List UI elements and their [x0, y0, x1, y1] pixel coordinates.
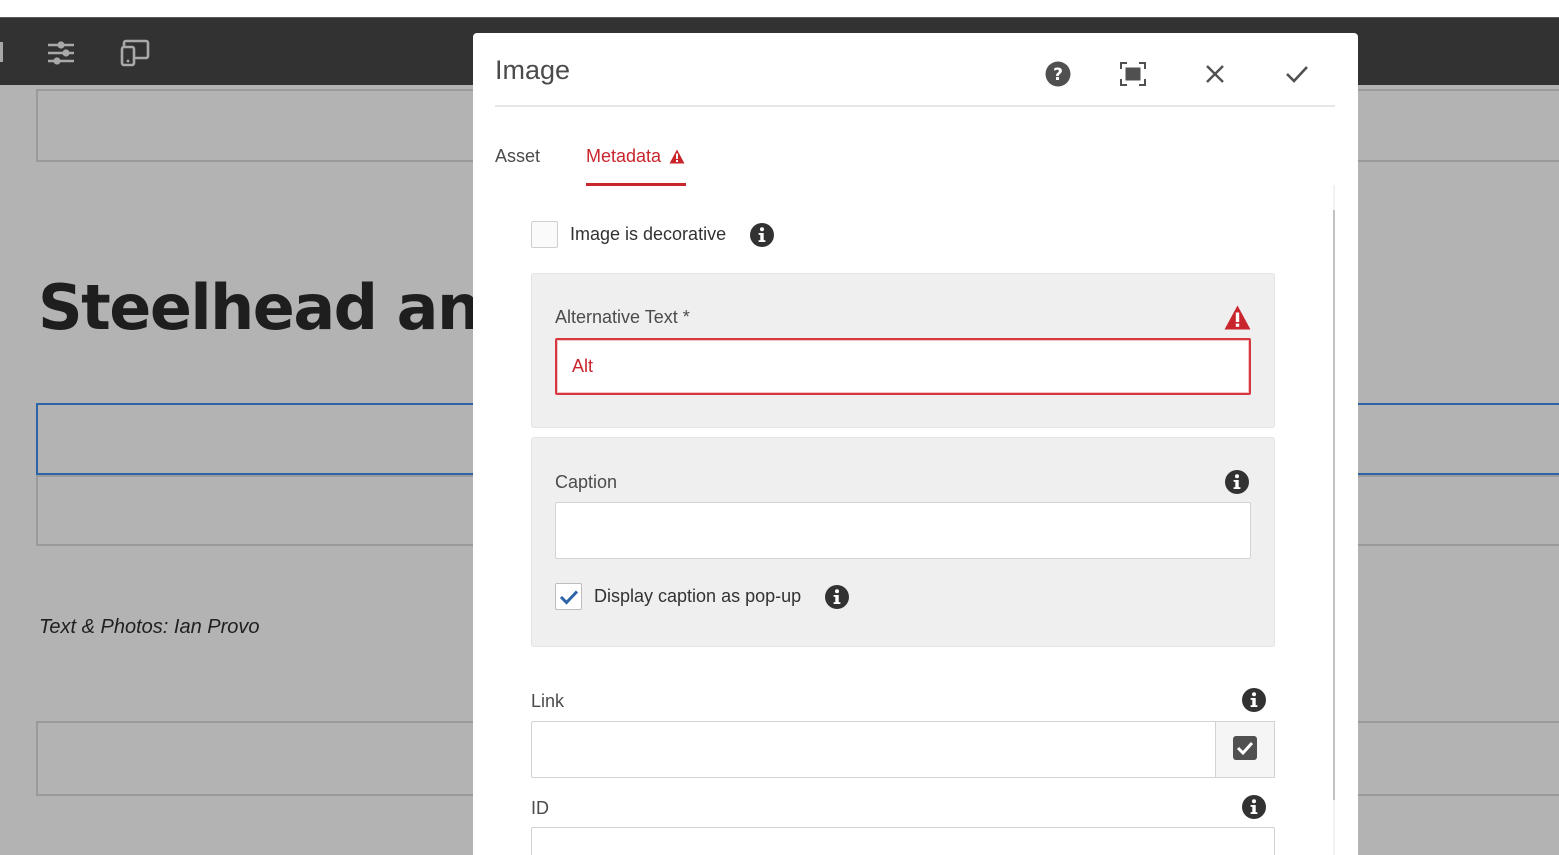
alt-text-label: Alternative Text * — [555, 307, 690, 327]
image-dialog: Image ? Asset Metadata Image is decorati… — [473, 33, 1358, 855]
done-button[interactable] — [1281, 60, 1313, 92]
info-icon[interactable] — [825, 584, 850, 609]
dialog-scroll-area[interactable]: Image is decorative Alternative Text * C… — [495, 185, 1335, 855]
browser-top-strip — [0, 0, 1559, 17]
close-button[interactable] — [1199, 60, 1231, 92]
page-heading: Steelhead an — [38, 271, 481, 344]
tab-asset[interactable]: Asset — [495, 146, 540, 186]
decorative-label: Image is decorative — [570, 224, 727, 244]
id-label: ID — [531, 798, 549, 818]
page-credit-text: Text & Photos: Ian Provo — [39, 616, 260, 638]
sliders-icon[interactable] — [46, 39, 76, 67]
tab-metadata-label: Metadata — [586, 146, 662, 166]
checkbox-picker-icon — [1232, 735, 1258, 765]
link-picker-button[interactable] — [1215, 721, 1275, 778]
alt-text-panel: Alternative Text * — [531, 273, 1275, 428]
info-icon[interactable] — [1242, 688, 1266, 712]
dialog-scrollbar[interactable] — [1333, 185, 1335, 855]
fullscreen-icon — [1120, 62, 1146, 90]
toolbar-edge-divider — [0, 42, 3, 62]
caption-popup-row: Display caption as pop-up — [555, 583, 850, 610]
caption-popup-checkbox[interactable] — [555, 583, 582, 610]
decorative-row: Image is decorative — [531, 221, 775, 248]
fullscreen-button[interactable] — [1117, 60, 1149, 92]
tab-asset-label: Asset — [495, 146, 541, 166]
done-checkmark-icon — [1285, 64, 1309, 88]
link-label: Link — [531, 691, 565, 711]
tab-metadata[interactable]: Metadata — [586, 146, 686, 186]
help-icon: ? — [1045, 61, 1071, 91]
id-input[interactable] — [531, 827, 1275, 855]
info-icon[interactable] — [1225, 470, 1249, 494]
dialog-title: Image — [495, 55, 571, 85]
info-icon[interactable] — [1242, 795, 1266, 819]
link-input[interactable] — [531, 721, 1217, 778]
error-icon — [1224, 305, 1251, 334]
scrollbar-thumb[interactable] — [1333, 210, 1335, 800]
svg-text:?: ? — [1053, 65, 1063, 85]
info-icon[interactable] — [750, 222, 775, 247]
device-preview-icon[interactable] — [120, 39, 150, 67]
help-button[interactable]: ? — [1042, 60, 1074, 92]
close-icon — [1205, 64, 1225, 88]
caption-label: Caption — [555, 472, 618, 492]
decorative-checkbox[interactable] — [531, 221, 558, 248]
alert-icon — [669, 148, 685, 169]
caption-popup-label: Display caption as pop-up — [594, 586, 802, 606]
checkmark-icon — [559, 589, 578, 605]
alt-text-input[interactable] — [555, 338, 1251, 395]
caption-input[interactable] — [555, 502, 1251, 559]
dialog-header-divider — [495, 105, 1335, 107]
caption-panel: Caption Display caption as pop-up — [531, 437, 1275, 647]
